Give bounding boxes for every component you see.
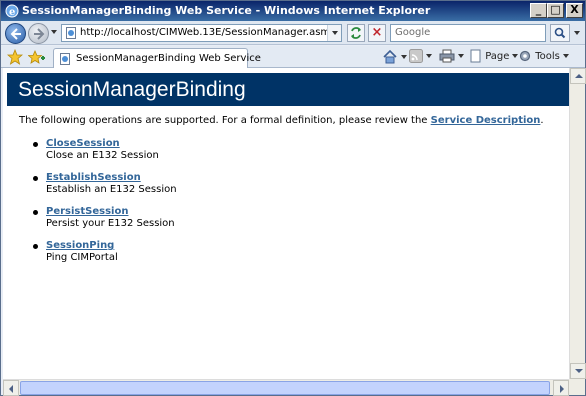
horizontal-scroll-thumb[interactable] <box>20 381 550 395</box>
vertical-scrollbar[interactable] <box>569 68 586 379</box>
tab-active[interactable]: SessionManagerBinding Web Service <box>53 48 261 68</box>
scroll-right-button[interactable] <box>553 380 569 396</box>
search-icon <box>554 27 566 39</box>
list-item: PersistSession Persist your E132 Session <box>33 206 177 240</box>
page-title: SessionManagerBinding <box>18 78 246 101</box>
list-item: SessionPing Ping CIMPortal <box>33 240 177 274</box>
print-icon <box>439 49 455 63</box>
scrollbar-corner <box>569 379 585 395</box>
bullet <box>33 176 38 181</box>
ie-app-icon: e <box>5 4 19 18</box>
url-text: http://localhost/CIMWeb.13E/SessionManag… <box>80 27 337 38</box>
page-menu-label: Page <box>485 51 510 62</box>
operation-link-persistsession[interactable]: PersistSession <box>46 206 177 218</box>
operation-link-closesession[interactable]: CloseSession <box>46 138 177 150</box>
operation-description: Establish an E132 Session <box>46 184 177 195</box>
tab-and-command-bar: SessionManagerBinding Web Service Page T… <box>1 46 585 68</box>
tools-menu[interactable]: Tools <box>518 49 569 65</box>
stop-icon: × <box>371 25 383 40</box>
back-arrow-icon <box>10 28 21 40</box>
intro-text: The following operations are supported. … <box>19 115 428 126</box>
refresh-icon <box>351 27 361 39</box>
scroll-left-button[interactable] <box>3 380 19 396</box>
search-placeholder: Google <box>395 27 431 38</box>
operation-link-establishsession[interactable]: EstablishSession <box>46 172 177 184</box>
tools-menu-label: Tools <box>535 51 560 62</box>
maximize-button[interactable]: □ <box>547 3 564 18</box>
add-favorites-icon[interactable] <box>28 49 46 65</box>
operation-description: Close an E132 Session <box>46 150 159 161</box>
address-toolbar: http://localhost/CIMWeb.13E/SessionManag… <box>1 21 585 45</box>
window-title: SessionManagerBinding Web Service - Wind… <box>22 4 431 17</box>
home-button[interactable] <box>382 49 407 65</box>
intro-paragraph: The following operations are supported. … <box>19 115 544 126</box>
page-content: SessionManagerBinding The following oper… <box>3 68 569 379</box>
intro-end: . <box>540 115 544 126</box>
home-icon <box>383 49 397 64</box>
horizontal-scrollbar[interactable] <box>3 379 569 396</box>
list-item: EstablishSession Establish an E132 Sessi… <box>33 172 177 206</box>
page-icon <box>66 27 76 39</box>
tools-gear-icon <box>519 50 531 62</box>
close-button[interactable]: X <box>566 3 583 18</box>
service-description-link[interactable]: Service Description <box>431 115 541 126</box>
minimize-button[interactable]: _ <box>530 3 547 18</box>
back-button[interactable] <box>5 23 26 44</box>
page-menu-icon <box>470 49 481 63</box>
page-heading-band: SessionManagerBinding <box>7 73 569 106</box>
title-bar: e SessionManagerBinding Web Service - Wi… <box>1 1 585 21</box>
tab-page-icon <box>60 53 70 65</box>
forward-arrow-icon <box>34 28 45 40</box>
bullet <box>33 142 38 147</box>
scroll-down-button[interactable] <box>570 363 586 379</box>
bullet <box>33 210 38 215</box>
feeds-icon <box>409 49 423 63</box>
print-button[interactable] <box>439 49 464 65</box>
stop-button[interactable]: × <box>368 24 386 42</box>
bullet <box>33 244 38 249</box>
search-options-dropdown[interactable] <box>574 31 580 35</box>
feeds-button[interactable] <box>409 49 432 65</box>
tab-label: SessionManagerBinding Web Service <box>76 53 261 64</box>
recent-pages-dropdown[interactable] <box>51 30 57 34</box>
operations-list: CloseSession Close an E132 Session Estab… <box>33 138 177 274</box>
browser-window: e SessionManagerBinding Web Service - Wi… <box>0 0 586 396</box>
search-button[interactable] <box>550 24 570 42</box>
svg-text:e: e <box>9 7 15 18</box>
address-field[interactable]: http://localhost/CIMWeb.13E/SessionManag… <box>61 24 342 42</box>
list-item: CloseSession Close an E132 Session <box>33 138 177 172</box>
operation-description: Ping CIMPortal <box>46 252 118 263</box>
operation-link-sessionping[interactable]: SessionPing <box>46 240 177 252</box>
refresh-button[interactable] <box>347 24 365 42</box>
forward-button[interactable] <box>28 23 49 44</box>
search-input[interactable]: Google <box>390 24 546 42</box>
page-menu[interactable]: Page <box>470 49 519 65</box>
address-dropdown-button[interactable] <box>327 25 341 41</box>
operation-description: Persist your E132 Session <box>46 218 175 229</box>
favorites-star-icon[interactable] <box>7 49 23 65</box>
scroll-up-button[interactable] <box>570 68 586 84</box>
